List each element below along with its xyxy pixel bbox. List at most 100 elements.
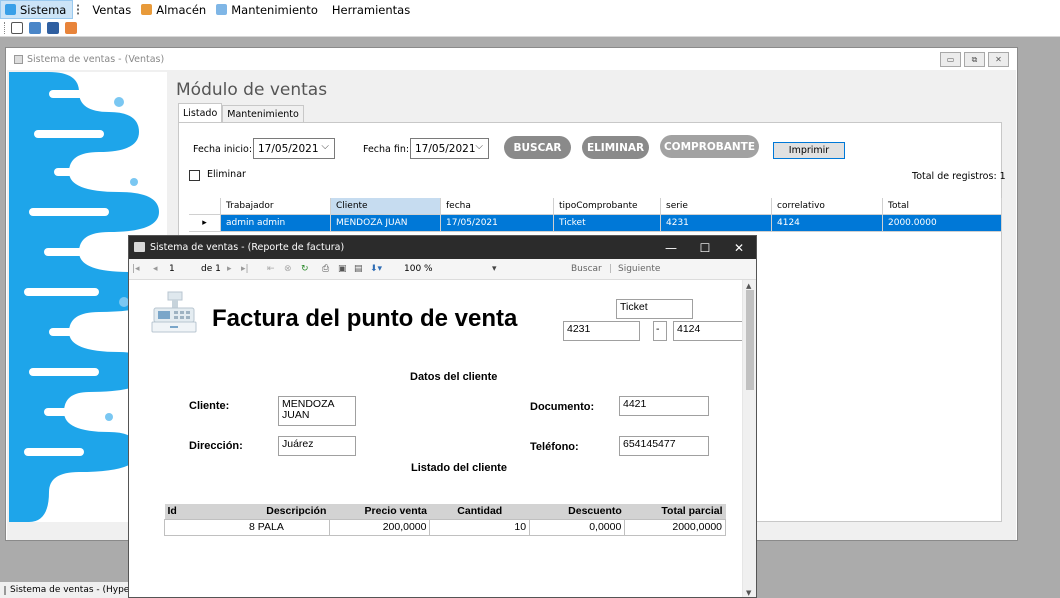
invoice-title: Factura del punto de venta [212,305,518,332]
item-id-desc-cell: 8 PALA [164,518,330,536]
table-cell[interactable]: admin admin [221,215,331,232]
column-header[interactable]: Total [883,198,1002,215]
scrollbar-thumb[interactable] [746,290,754,390]
report-page: Factura del punto de venta Ticket 4231 -… [129,280,748,597]
column-header[interactable]: tipoComprobante [554,198,661,215]
chevron-down-icon[interactable]: ⌵ [475,141,483,152]
direccion-label: Dirección: [189,440,243,452]
refresh-icon[interactable]: ↻ [301,264,309,274]
stop-icon[interactable]: ⊗ [284,264,292,274]
back-icon[interactable]: ⇤ [267,264,275,274]
new-window-icon[interactable] [11,21,23,34]
tipo-comprobante-field: Ticket [616,299,693,319]
zoom-select[interactable]: 100 % [404,264,433,274]
telefono-label: Teléfono: [530,441,579,453]
table-row: 8 PALA 200,0000 10 0,0000 2000,0000 [164,518,726,536]
close-button[interactable]: ✕ [988,52,1009,67]
toolbar-grip[interactable] [4,21,7,34]
first-page-icon[interactable]: |◂ [132,264,140,274]
page-count-label: de 1 [201,264,221,274]
minimize-button[interactable]: ▭ [940,52,961,67]
ventas-window-titlebar[interactable]: Sistema de ventas - (Ventas) ▭ ⧉ ✕ [6,48,1017,70]
fecha-inicio-label: Fecha inicio: [193,144,253,155]
correlativo-field: 4124 [673,321,748,341]
item-descripcion: PALA [257,521,284,533]
menu-ventas[interactable]: Ventas [73,0,137,19]
imprimir-button[interactable]: Imprimir [773,142,845,159]
fecha-fin-picker[interactable]: 17/05/2021 ⌵ [410,138,489,159]
column-header[interactable]: correlativo [772,198,883,215]
buscar-button[interactable]: BUSCAR [504,136,571,159]
table-cell[interactable]: 2000.0000 [883,215,1002,232]
ventas-window-title: Sistema de ventas - (Ventas) [27,53,165,65]
eliminar-checkbox-label: Eliminar [207,169,246,180]
scroll-down-icon[interactable]: ▼ [746,589,751,597]
print-icon[interactable]: ⎙ [322,264,329,274]
close-button[interactable]: ✕ [722,236,756,259]
cash-register-icon [134,242,145,252]
report-toolbar: |◂ ◂ 1 de 1 ▸ ▸| ⇤ ⊗ ↻ ⎙ ▣ ▤ ⬇▾ 100 % ▾ … [129,259,756,280]
fecha-fin-value: 17/05/2021 [415,142,476,155]
scroll-up-icon[interactable]: ▲ [746,282,751,290]
minimized-window-tab[interactable]: Sistema de ventas - (Hyper [0,582,128,598]
menu-almacen[interactable]: Almacén [137,0,212,19]
minimize-button[interactable]: — [654,236,688,259]
table-cell[interactable]: 17/05/2021 [441,215,554,232]
fecha-inicio-picker[interactable]: 17/05/2021 ⌵ [253,138,335,159]
menu-mantenimiento-label: Mantenimiento [231,2,318,17]
find-next-link[interactable]: Siguiente [618,264,660,274]
report-window-titlebar[interactable]: Sistema de ventas - (Reporte de factura)… [129,236,756,259]
table-cell[interactable]: MENDOZA JUAN [331,215,441,232]
table-cell[interactable]: 4124 [772,215,883,232]
column-header: Precio venta [329,504,430,519]
next-page-icon[interactable]: ▸ [227,264,232,274]
boxes-icon[interactable] [65,21,77,34]
item-total: 2000,0000 [624,518,726,536]
column-header[interactable]: fecha [441,198,554,215]
eliminar-checkbox[interactable] [189,170,200,181]
telefono-value: 654145477 [619,436,709,456]
column-header: Id [164,504,199,519]
menu-herramientas-label: Herramientas [331,2,411,17]
row-selector-arrow-icon[interactable]: ▸ [189,215,221,232]
column-header[interactable]: Trabajador [221,198,331,215]
table-cell[interactable]: Ticket [554,215,661,232]
page-number-input[interactable]: 1 [169,264,175,274]
table-cell[interactable]: 4231 [661,215,772,232]
items-table: Id Descripción Precio venta Cantidad Des… [164,504,726,536]
maximize-button[interactable]: ☐ [688,236,722,259]
eliminar-button[interactable]: ELIMINAR [582,136,649,159]
items-header-row: Id Descripción Precio venta Cantidad Des… [164,504,726,519]
column-header[interactable]: serie [661,198,772,215]
zoom-chevron-down-icon[interactable]: ▾ [492,264,497,274]
menu-mantenimiento[interactable]: Mantenimiento [212,0,324,19]
column-header: Descripción [198,504,330,519]
prev-page-icon[interactable]: ◂ [153,264,158,274]
tab-listado[interactable]: Listado [178,103,223,122]
direccion-value: Juárez [278,436,356,456]
comprobante-button[interactable]: COMPROBANTE [660,135,759,158]
total-registros: Total de registros: 1 [912,171,1006,182]
page-setup-icon[interactable]: ▤ [354,264,363,274]
save-icon[interactable] [47,21,59,34]
serie-field: 4231 [563,321,640,341]
report-scrollbar[interactable]: ▲ ▼ [742,280,756,597]
tab-mantenimiento[interactable]: Mantenimiento [222,105,304,122]
restore-button[interactable]: ⧉ [964,52,985,67]
menu-sistema[interactable]: Sistema [0,0,74,19]
print-layout-icon[interactable]: ▣ [338,264,347,274]
item-cantidad: 10 [429,518,531,536]
row-header-corner [189,198,221,215]
documento-label: Documento: [530,401,595,413]
export-icon[interactable]: ⬇▾ [370,264,382,274]
find-link[interactable]: Buscar [571,264,602,274]
documento-value: 4421 [619,396,709,416]
module-title: Módulo de ventas [176,80,328,100]
main-toolbar [0,19,1060,37]
chevron-down-icon[interactable]: ⌵ [321,141,329,152]
column-header[interactable]: Cliente [331,198,441,215]
menu-herramientas[interactable]: Herramientas [324,0,416,19]
last-page-icon[interactable]: ▸| [241,264,249,274]
monitor-icon[interactable] [29,21,41,34]
table-row[interactable]: ▸ admin admin MENDOZA JUAN 17/05/2021 Ti… [189,215,1002,232]
